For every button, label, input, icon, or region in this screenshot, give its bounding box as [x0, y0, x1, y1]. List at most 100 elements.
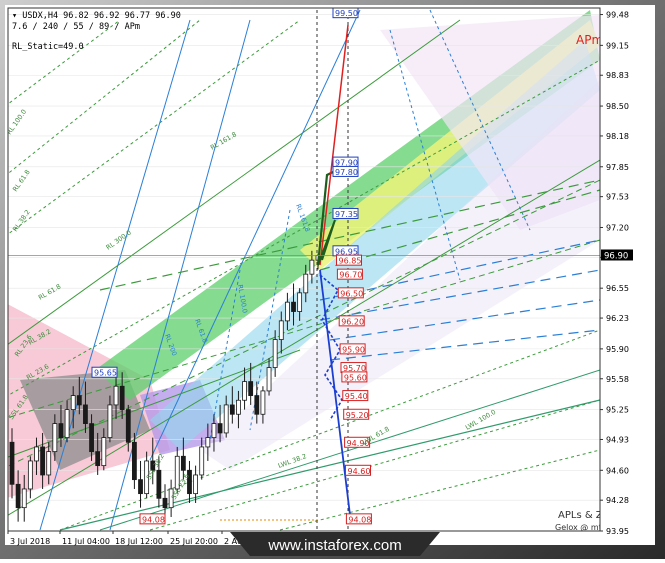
candle-body-bear: [58, 423, 64, 439]
level-label: 95.90: [339, 343, 366, 355]
level-label-text: 97.80: [335, 168, 358, 177]
candle-body-bull: [284, 301, 290, 322]
candle-body-bear: [248, 381, 254, 396]
y-tick-label: 97.53: [606, 193, 629, 202]
level-label: 97.35: [332, 207, 359, 219]
candle-body-bear: [180, 455, 186, 471]
candle-body-bull: [101, 437, 107, 467]
chart-svg: 99.5097.9097.8097.3596.9596.8596.7096.50…: [0, 0, 665, 559]
static-line: RL_Static=49.0: [12, 42, 84, 52]
level-label-text: 95.60: [344, 373, 367, 382]
level-label: 97.80: [332, 165, 359, 177]
y-tick-label: 99.15: [606, 41, 629, 50]
level-label-text: 96.70: [339, 271, 362, 280]
candle-body-bull: [211, 423, 217, 439]
x-tick-label: 18 Jul 12:00: [115, 537, 163, 546]
y-tick-label: 98.50: [606, 102, 629, 111]
candle-body-bull: [272, 339, 278, 368]
level-label-text: 94.60: [348, 467, 371, 476]
y-tick-label: 94.28: [606, 496, 629, 505]
level-label-text: 95.90: [342, 345, 365, 354]
candle-body-bear: [119, 385, 125, 410]
symbol-line: ▾ USDX,H4 96.82 96.92 96.77 96.90: [12, 11, 181, 21]
watermark: www.instaforex.com: [230, 532, 440, 556]
candle-body-bear: [89, 423, 94, 453]
level-label-text: 94.08: [348, 515, 371, 524]
level-label: 95.20: [343, 408, 370, 420]
candle-body-bull: [205, 437, 211, 448]
left-level-label: 95.65: [91, 366, 118, 378]
candle-body-bull: [34, 446, 39, 462]
price-tag-text: 96.90: [604, 251, 628, 261]
y-tick-label: 97.85: [606, 163, 629, 172]
y-tick-label: 96.55: [606, 284, 629, 293]
candle-body-bull: [46, 451, 52, 476]
candle-body-bull: [52, 423, 58, 453]
x-tick-label: 11 Jul 04:00: [62, 537, 110, 546]
x-tick-label: 3 Jul 2018: [10, 537, 50, 546]
level-label: 96.70: [336, 268, 363, 280]
candle-body-bear: [138, 479, 143, 495]
left-level-label-text: 95.65: [94, 369, 117, 378]
y-tick-label: 95.25: [606, 406, 629, 415]
candle-body-bear: [162, 497, 168, 509]
level-label: 94.08: [345, 513, 372, 525]
apm-label: APm: [576, 33, 603, 47]
candle-body-bear: [131, 441, 137, 481]
y-tick-label: 99.48: [606, 11, 629, 20]
candle-body-bear: [83, 404, 88, 424]
candle-body-bull: [199, 446, 205, 476]
level-label: 96.50: [337, 287, 364, 299]
candle-body-bull: [21, 488, 27, 509]
level-label-text: 95.40: [345, 392, 368, 401]
y-tick-label: 94.60: [606, 466, 629, 475]
candle-body-bull: [278, 320, 284, 340]
y-tick-label: 97.20: [606, 223, 629, 232]
candle-body-bull: [309, 259, 315, 275]
candle-body-bear: [15, 483, 21, 509]
candle-body-bull: [297, 292, 303, 312]
candle-body-bull: [107, 404, 113, 439]
candle-body-bull: [242, 381, 247, 401]
chart-frame: 99.50 97.90 97.80 97.35 96.95 96.85 96.70 96.50…: [0, 0, 665, 559]
candle-body-bear: [217, 423, 223, 434]
level-label: 99.50: [332, 8, 359, 18]
candle-body-bear: [125, 409, 131, 443]
candle-body-bear: [9, 441, 15, 485]
candle-body-bull: [223, 404, 229, 434]
left-level-label: 94.08: [139, 513, 166, 525]
candle-body-bear: [156, 469, 162, 499]
candle-body-bull: [27, 460, 33, 490]
y-tick-label: 95.58: [606, 375, 629, 384]
candle-body-bull: [70, 395, 76, 410]
candle-body-bull: [236, 399, 241, 415]
level-label: 94.60: [345, 464, 371, 476]
left-level-label-text: 94.08: [142, 515, 165, 524]
level-label-text: 97.35: [335, 210, 358, 219]
x-tick-label: 25 Jul 20:00: [170, 537, 218, 546]
candle-body-bear: [229, 404, 235, 415]
candle-body-bear: [187, 469, 192, 495]
candle-body-bull: [260, 390, 266, 415]
level-label-text: 96.20: [341, 317, 364, 326]
level-label-text: 99.50: [335, 9, 358, 18]
y-tick-label: 98.18: [606, 132, 629, 141]
candle-body-bear: [76, 395, 82, 406]
y-tick-label: 95.90: [606, 345, 629, 354]
current-price-tag: 96.90: [601, 249, 633, 261]
candle-body-bull: [303, 273, 309, 294]
level-label: 95.40: [342, 390, 369, 402]
level-label-text: 95.20: [346, 411, 369, 420]
candle-body-bear: [95, 451, 101, 467]
level-label: 96.20: [338, 315, 365, 327]
y-tick-label: 98.83: [606, 71, 629, 80]
candle-body-bull: [113, 385, 119, 406]
level-label: 96.85: [336, 254, 362, 266]
y-tick-label: 94.93: [606, 435, 629, 444]
y-tick-label: 93.95: [606, 527, 629, 536]
candle-body-bull: [64, 409, 70, 439]
candle-body-bear: [40, 446, 45, 476]
level-label-text: 96.50: [340, 289, 363, 298]
candle-body-bear: [291, 301, 296, 312]
candle-body-bull: [266, 367, 272, 392]
